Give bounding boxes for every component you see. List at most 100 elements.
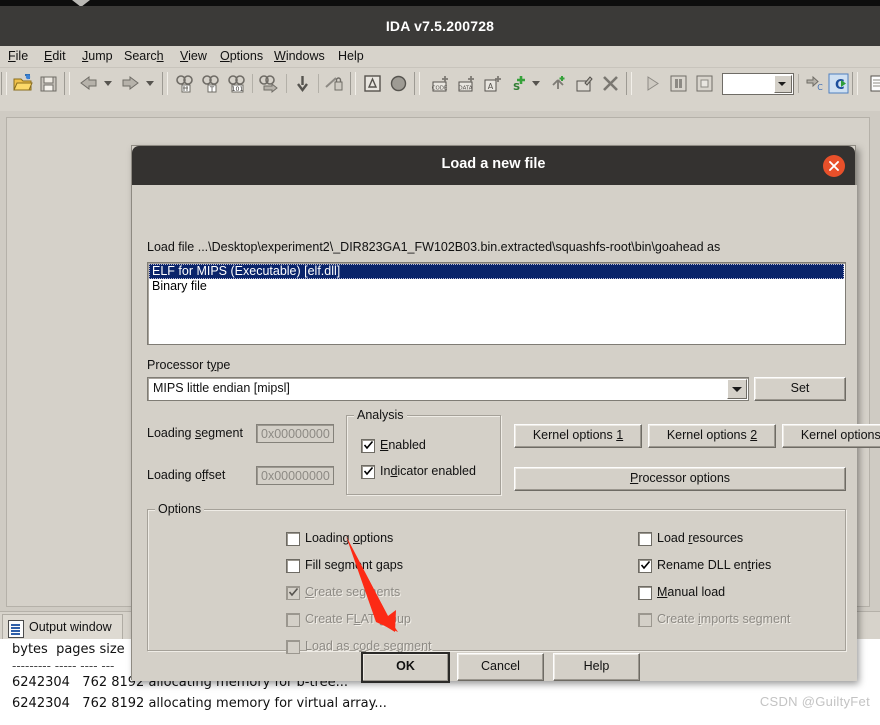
debugger-select-combo[interactable]: [722, 73, 794, 95]
checkbox-box: [286, 640, 300, 654]
graph-view-icon[interactable]: [362, 73, 383, 94]
cancel-button[interactable]: Cancel: [457, 653, 544, 681]
output-header: bytes pages size: [12, 642, 125, 657]
checkbox-label: Indicator enabled: [380, 464, 476, 478]
window-title-bar: IDA v7.5.200728: [0, 6, 880, 46]
toolbar-grip-6[interactable]: [626, 72, 632, 95]
load-file-path-label: Load file ...\Desktop\experiment2\_DIR82…: [147, 240, 721, 254]
no-entry-icon[interactable]: [324, 73, 345, 94]
toolbar-grip-4[interactable]: [350, 72, 356, 95]
kernel-options-2-button[interactable]: Kernel options 2: [648, 424, 776, 448]
check-icon: [364, 441, 373, 450]
make-data-icon[interactable]: DATA: [456, 73, 477, 94]
kernel-options-3-button[interactable]: Kernel options 3: [782, 424, 880, 448]
navigate-forward-icon[interactable]: [120, 73, 141, 94]
search-hex-icon[interactable]: [174, 73, 195, 94]
add-enum-icon[interactable]: [548, 73, 569, 94]
dialog-body: Load file ...\Desktop\experiment2\_DIR82…: [132, 185, 880, 683]
menu-bar: File Edit Jump Search View Options Windo…: [0, 46, 880, 68]
save-icon[interactable]: [38, 73, 59, 94]
close-icon[interactable]: [823, 155, 845, 177]
stop-icon[interactable]: [694, 73, 715, 94]
toolbar-grip-7[interactable]: [852, 72, 858, 95]
make-code-icon[interactable]: CODE: [430, 73, 451, 94]
processor-type-value: MIPS little endian [mipsl]: [153, 381, 290, 395]
checkbox-box[interactable]: [286, 532, 300, 546]
processor-type-combo[interactable]: MIPS little endian [mipsl]: [147, 377, 749, 401]
chevron-down-icon[interactable]: [727, 379, 747, 399]
search-next-icon[interactable]: [258, 73, 279, 94]
tab-output-window[interactable]: Output window: [2, 614, 123, 640]
menu-item-jump[interactable]: Jump: [82, 49, 113, 63]
checkbox-box: [286, 586, 300, 600]
analysis-group-caption: Analysis: [354, 408, 407, 422]
checkbox-box[interactable]: [361, 465, 375, 479]
make-ascii-icon[interactable]: A: [482, 73, 503, 94]
edit-function-icon[interactable]: [574, 73, 595, 94]
output-row: 6242304 762 8192 allocating memory for v…: [12, 696, 387, 711]
open-file-icon[interactable]: [12, 73, 33, 94]
loading-offset-field[interactable]: 0x00000000: [256, 466, 334, 485]
tab-output-window-label: Output window: [29, 620, 112, 634]
help-button[interactable]: Help: [553, 653, 640, 681]
toolbar-divider-1: [252, 74, 253, 93]
checkbox-box[interactable]: [638, 559, 652, 573]
options-group: Options Loading options Fill segment gap…: [147, 502, 846, 654]
ok-button[interactable]: OK: [361, 652, 450, 683]
svg-text:DATA: DATA: [459, 86, 473, 92]
debugger-select-caret-icon[interactable]: [774, 75, 792, 93]
checkbox-label: Fill segment gaps: [305, 558, 403, 572]
add-struct-icon[interactable]: S: [508, 73, 529, 94]
checkbox-label: Create FLAT group: [305, 612, 411, 626]
svg-text:T: T: [209, 85, 215, 93]
checkbox-label: Manual load: [657, 585, 726, 599]
checkbox-box[interactable]: [638, 586, 652, 600]
search-immediate-icon[interactable]: 101: [226, 73, 247, 94]
toolbar-divider-4: [798, 74, 799, 93]
menu-item-view[interactable]: View: [180, 49, 207, 63]
menu-item-windows[interactable]: Windows: [274, 49, 325, 63]
set-button[interactable]: Set: [754, 377, 846, 401]
back-dropdown-icon[interactable]: [104, 81, 112, 86]
jump-down-icon[interactable]: [292, 73, 313, 94]
processor-options-button[interactable]: Processor options: [514, 467, 846, 491]
list-icon[interactable]: [866, 73, 880, 94]
run-icon[interactable]: [642, 73, 663, 94]
toolbar-grip-5[interactable]: [414, 72, 420, 95]
checkbox-box: [286, 613, 300, 627]
kernel-options-1-button[interactable]: Kernel options 1: [514, 424, 642, 448]
checkbox-box[interactable]: [286, 559, 300, 573]
loading-segment-field[interactable]: 0x00000000: [256, 424, 334, 443]
proximity-icon[interactable]: [388, 73, 409, 94]
output-window-icon: [8, 620, 24, 638]
menu-item-search[interactable]: Search: [124, 49, 164, 63]
toolbar-grip-3[interactable]: [162, 72, 168, 95]
dialog-title-bar: Load a new file: [132, 146, 855, 185]
checkbox-box[interactable]: [638, 532, 652, 546]
checkbox-label: Load resources: [657, 531, 744, 545]
analysis-group: Analysis Enabled Indicator enabled: [346, 408, 501, 495]
list-item[interactable]: ELF for MIPS (Executable) [elf.dll]: [149, 264, 844, 279]
load-new-file-dialog: Load a new file Load file ...\Desktop\ex…: [131, 145, 880, 683]
delete-icon[interactable]: [600, 73, 621, 94]
file-format-list[interactable]: ELF for MIPS (Executable) [elf.dll] Bina…: [147, 262, 846, 345]
menu-item-edit[interactable]: Edit: [44, 49, 66, 63]
toolbar-grip[interactable]: [1, 72, 7, 95]
menu-item-options[interactable]: Options: [220, 49, 263, 63]
checkbox-box: [638, 613, 652, 627]
menu-item-help[interactable]: Help: [338, 49, 364, 63]
checkbox-label: Create segments: [305, 585, 401, 599]
checkbox-box[interactable]: [361, 439, 375, 453]
search-text-icon[interactable]: T: [200, 73, 221, 94]
continue-icon[interactable]: C: [828, 73, 849, 94]
struct-dropdown-icon[interactable]: [532, 81, 540, 86]
forward-dropdown-icon[interactable]: [146, 81, 154, 86]
menu-item-file[interactable]: File: [8, 49, 28, 63]
list-item[interactable]: Binary file: [149, 279, 844, 294]
main-toolbar: T 101 CODE DATA A S C C: [0, 68, 880, 99]
step-into-icon[interactable]: C: [804, 73, 825, 94]
pause-icon[interactable]: [668, 73, 689, 94]
toolbar-grip-2[interactable]: [64, 72, 70, 95]
navigate-back-icon[interactable]: [78, 73, 99, 94]
output-divider: --------- ----- ---- ---: [12, 659, 115, 673]
